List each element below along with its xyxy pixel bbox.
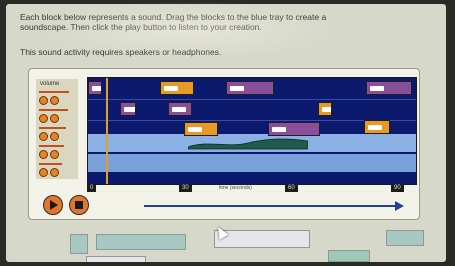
sound-block[interactable] [184,122,218,136]
volume-slider-2[interactable] [39,109,77,124]
mute-knob[interactable] [39,114,48,123]
sound-tray[interactable] [87,77,417,185]
instructions-line-1: Each block below represents a sound. Dra… [20,12,327,22]
volume-slider-5[interactable] [39,163,77,178]
sound-block[interactable] [364,120,390,134]
sound-glyph-icon [188,127,202,132]
solo-knob[interactable] [50,96,59,105]
play-icon [50,200,58,210]
soundscape-panel: volume 0 30 60 90 time (seconds) [28,68,420,220]
sound-glyph-icon [124,107,135,112]
solo-knob[interactable] [50,114,59,123]
stop-button[interactable] [69,195,89,215]
sound-block[interactable] [268,122,320,136]
activity-page: Each block below represents a sound. Dra… [6,4,446,262]
volume-slider-4[interactable] [39,145,77,160]
stop-icon [75,201,83,209]
time-tick: 90 [391,184,404,192]
instructions: Each block below represents a sound. Dra… [20,12,420,32]
sound-glyph-icon [368,125,382,130]
instructions-line-2: soundscape. Then click the play button t… [20,22,262,32]
mute-knob[interactable] [39,96,48,105]
volume-bar [39,109,68,111]
direction-arrow [144,205,399,207]
sound-slot[interactable] [214,230,310,248]
sound-slot[interactable] [86,256,146,262]
volume-bar [39,91,69,93]
volume-slider-3[interactable] [39,127,77,142]
sound-glyph-icon [164,86,178,91]
mute-knob[interactable] [39,132,48,141]
sound-glyph-icon [370,86,384,91]
sound-slot[interactable] [386,230,424,246]
time-axis-label: time (seconds) [219,185,252,191]
sound-block[interactable] [160,81,194,95]
arrow-head-icon [395,201,404,211]
sound-block[interactable] [318,102,332,116]
track-divider [88,99,416,100]
screen-photo: Each block below represents a sound. Dra… [0,0,455,266]
solo-knob[interactable] [50,132,59,141]
audio-requirement-note: This sound activity requires speakers or… [20,47,222,57]
volume-bar [39,145,64,147]
volume-controls: volume [36,79,78,179]
playhead[interactable] [106,78,108,184]
sound-glyph-icon [172,107,186,112]
time-tick: 60 [285,184,298,192]
sound-glyph-icon [322,107,331,112]
volume-bar [39,127,66,129]
volume-bar [39,163,62,165]
mute-knob[interactable] [39,150,48,159]
solo-knob[interactable] [50,150,59,159]
play-button[interactable] [43,195,63,215]
sound-slot[interactable] [70,234,88,254]
sound-block[interactable] [168,102,192,116]
sound-glyph-icon [272,127,286,132]
sound-block[interactable] [120,102,136,116]
mute-knob[interactable] [39,168,48,177]
track-lane-5 [88,154,416,172]
sound-slot[interactable] [96,234,186,250]
sound-block[interactable] [366,81,412,95]
volume-slider-1[interactable] [39,91,77,106]
sound-glyph-icon [230,86,244,91]
time-tick: 30 [179,184,192,192]
time-tick: 0 [87,184,97,192]
sound-slot[interactable] [328,250,370,262]
solo-knob[interactable] [50,168,59,177]
sound-block[interactable] [226,81,274,95]
sound-glyph-icon [92,86,101,91]
sound-block[interactable] [88,81,102,95]
waveform-clip[interactable] [188,136,308,150]
volume-label: volume [40,81,60,87]
time-ruler: 0 30 60 90 [87,184,417,194]
